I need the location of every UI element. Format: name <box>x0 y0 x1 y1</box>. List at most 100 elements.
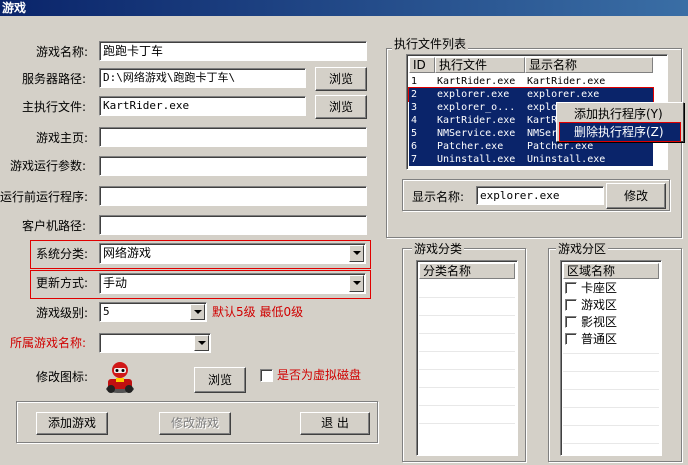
client-path-label: 客户机路径: <box>22 219 87 233</box>
main-exe-browse-button[interactable]: 浏览 <box>315 95 367 119</box>
chevron-down-icon[interactable] <box>349 275 364 292</box>
table-cell: KartRider.exe <box>437 76 516 87</box>
list-item: 游戏区 <box>581 298 618 312</box>
column-header-id[interactable]: ID <box>409 57 435 73</box>
zone-group-title: 游戏分区 <box>556 242 609 256</box>
virtual-disk-label: 是否为虚拟磁盘 <box>277 368 362 382</box>
chevron-down-icon[interactable] <box>190 304 205 320</box>
table-cell: 2 <box>411 89 418 100</box>
category-list-header[interactable]: 分类名称 <box>419 263 515 279</box>
exit-button[interactable]: 退 出 <box>300 412 370 435</box>
run-params-input[interactable] <box>99 156 367 176</box>
zone-list[interactable]: 区域名称 卡座区游戏区影视区普通区 <box>560 260 662 456</box>
list-divider <box>419 369 515 370</box>
table-cell: Uninstall.exe <box>527 154 606 165</box>
list-divider <box>563 389 659 390</box>
update-select-value: 手动 <box>103 276 128 290</box>
parent-game-label: 所属游戏名称: <box>10 336 87 350</box>
level-label: 游戏级别: <box>36 306 89 320</box>
update-select[interactable]: 手动 <box>99 273 366 294</box>
list-item: 普通区 <box>581 332 618 346</box>
category-select[interactable]: 网络游戏 <box>99 243 366 264</box>
game-name-label: 游戏名称: <box>36 45 89 59</box>
table-cell: Uninstall.exe <box>437 154 516 165</box>
table-cell: Patcher.exe <box>437 141 504 152</box>
table-cell: explorer.exe <box>527 89 600 100</box>
category-list[interactable]: 分类名称 <box>416 260 518 456</box>
list-item: 影视区 <box>581 315 618 329</box>
category-select-value: 网络游戏 <box>103 246 152 260</box>
display-name-label: 显示名称: <box>412 190 465 204</box>
display-name-input[interactable]: explorer.exe <box>476 186 604 205</box>
column-header-file[interactable]: 执行文件 <box>435 57 525 73</box>
table-cell: 1 <box>411 76 418 87</box>
chevron-down-icon[interactable] <box>349 245 364 262</box>
zone-list-header[interactable]: 区域名称 <box>563 263 659 279</box>
menu-item-add-exec[interactable]: 添加执行程序(Y) <box>560 105 680 123</box>
list-divider <box>419 387 515 388</box>
game-icon <box>102 359 138 395</box>
list-divider <box>419 351 515 352</box>
add-game-button[interactable]: 添加游戏 <box>36 412 108 435</box>
category-label: 系统分类: <box>36 247 89 261</box>
level-select[interactable]: 5 <box>99 302 207 322</box>
list-divider <box>419 315 515 316</box>
homepage-label: 游戏主页: <box>36 131 89 145</box>
zone-checkbox[interactable] <box>565 316 577 328</box>
table-cell: NMService.exe <box>437 128 516 139</box>
list-divider <box>563 353 659 354</box>
list-divider <box>419 297 515 298</box>
table-row[interactable]: 1 KartRider.exe KartRider.exe <box>409 75 653 88</box>
title-bar[interactable]: 游戏 <box>0 0 688 16</box>
level-hint: 默认5级 最低0级 <box>212 305 304 319</box>
pre-run-label: 运行前运行程序: <box>0 190 89 204</box>
table-cell: 4 <box>411 115 418 126</box>
list-divider <box>563 425 659 426</box>
zone-checkbox[interactable] <box>565 282 577 294</box>
icon-browse-button[interactable]: 浏览 <box>194 367 246 393</box>
game-name-input[interactable]: 跑跑卡丁车 <box>99 41 367 61</box>
modify-display-name-button[interactable]: 修改 <box>606 183 666 209</box>
update-label: 更新方式: <box>36 276 89 290</box>
virtual-disk-checkbox[interactable] <box>260 369 273 382</box>
client-path-input[interactable] <box>99 215 367 235</box>
zone-checkbox[interactable] <box>565 333 577 345</box>
server-path-input[interactable]: D:\网络游戏\跑跑卡丁车\ <box>99 68 306 88</box>
main-exe-input[interactable]: KartRider.exe <box>99 96 306 116</box>
level-select-value: 5 <box>103 305 110 318</box>
list-divider <box>419 405 515 406</box>
table-row[interactable]: 7 Uninstall.exe Uninstall.exe <box>409 153 653 166</box>
zone-checkbox[interactable] <box>565 299 577 311</box>
context-menu: 添加执行程序(Y) 删除执行程序(Z) <box>556 102 684 142</box>
table-cell: 5 <box>411 128 418 139</box>
list-divider <box>419 333 515 334</box>
list-divider <box>419 423 515 424</box>
server-path-label: 服务器路径: <box>22 72 87 86</box>
server-path-browse-button[interactable]: 浏览 <box>315 67 367 91</box>
table-cell: KartRider.exe <box>437 115 516 126</box>
list-divider <box>563 443 659 444</box>
list-divider <box>563 407 659 408</box>
menu-item-delete-exec[interactable]: 删除执行程序(Z) <box>559 122 681 142</box>
window-title: 游戏 <box>2 1 27 15</box>
table-cell: KartRider.exe <box>527 76 606 87</box>
table-row[interactable]: 2 explorer.exe explorer.exe <box>408 87 654 102</box>
list-item: 卡座区 <box>581 281 618 295</box>
exec-list-title: 执行文件列表 <box>392 37 469 51</box>
table-cell: explorer_o... <box>437 102 516 113</box>
game-dialog: 游戏名称: 跑跑卡丁车 服务器路径: D:\网络游戏\跑跑卡丁车\ 浏览 主执行… <box>0 16 688 465</box>
table-cell: 6 <box>411 141 418 152</box>
chevron-down-icon[interactable] <box>194 335 209 351</box>
pre-run-input[interactable] <box>99 186 367 206</box>
table-cell: 7 <box>411 154 418 165</box>
table-cell: explorer.exe <box>437 89 510 100</box>
parent-game-select[interactable] <box>99 333 211 353</box>
category-group-title: 游戏分类 <box>412 242 465 256</box>
icon-label: 修改图标: <box>36 370 89 384</box>
modify-game-button[interactable]: 修改游戏 <box>159 412 231 435</box>
homepage-input[interactable] <box>99 127 367 147</box>
run-params-label: 游戏运行参数: <box>10 159 87 173</box>
column-header-name[interactable]: 显示名称 <box>525 57 653 73</box>
main-exe-label: 主执行文件: <box>22 100 87 114</box>
table-cell: 3 <box>411 102 418 113</box>
